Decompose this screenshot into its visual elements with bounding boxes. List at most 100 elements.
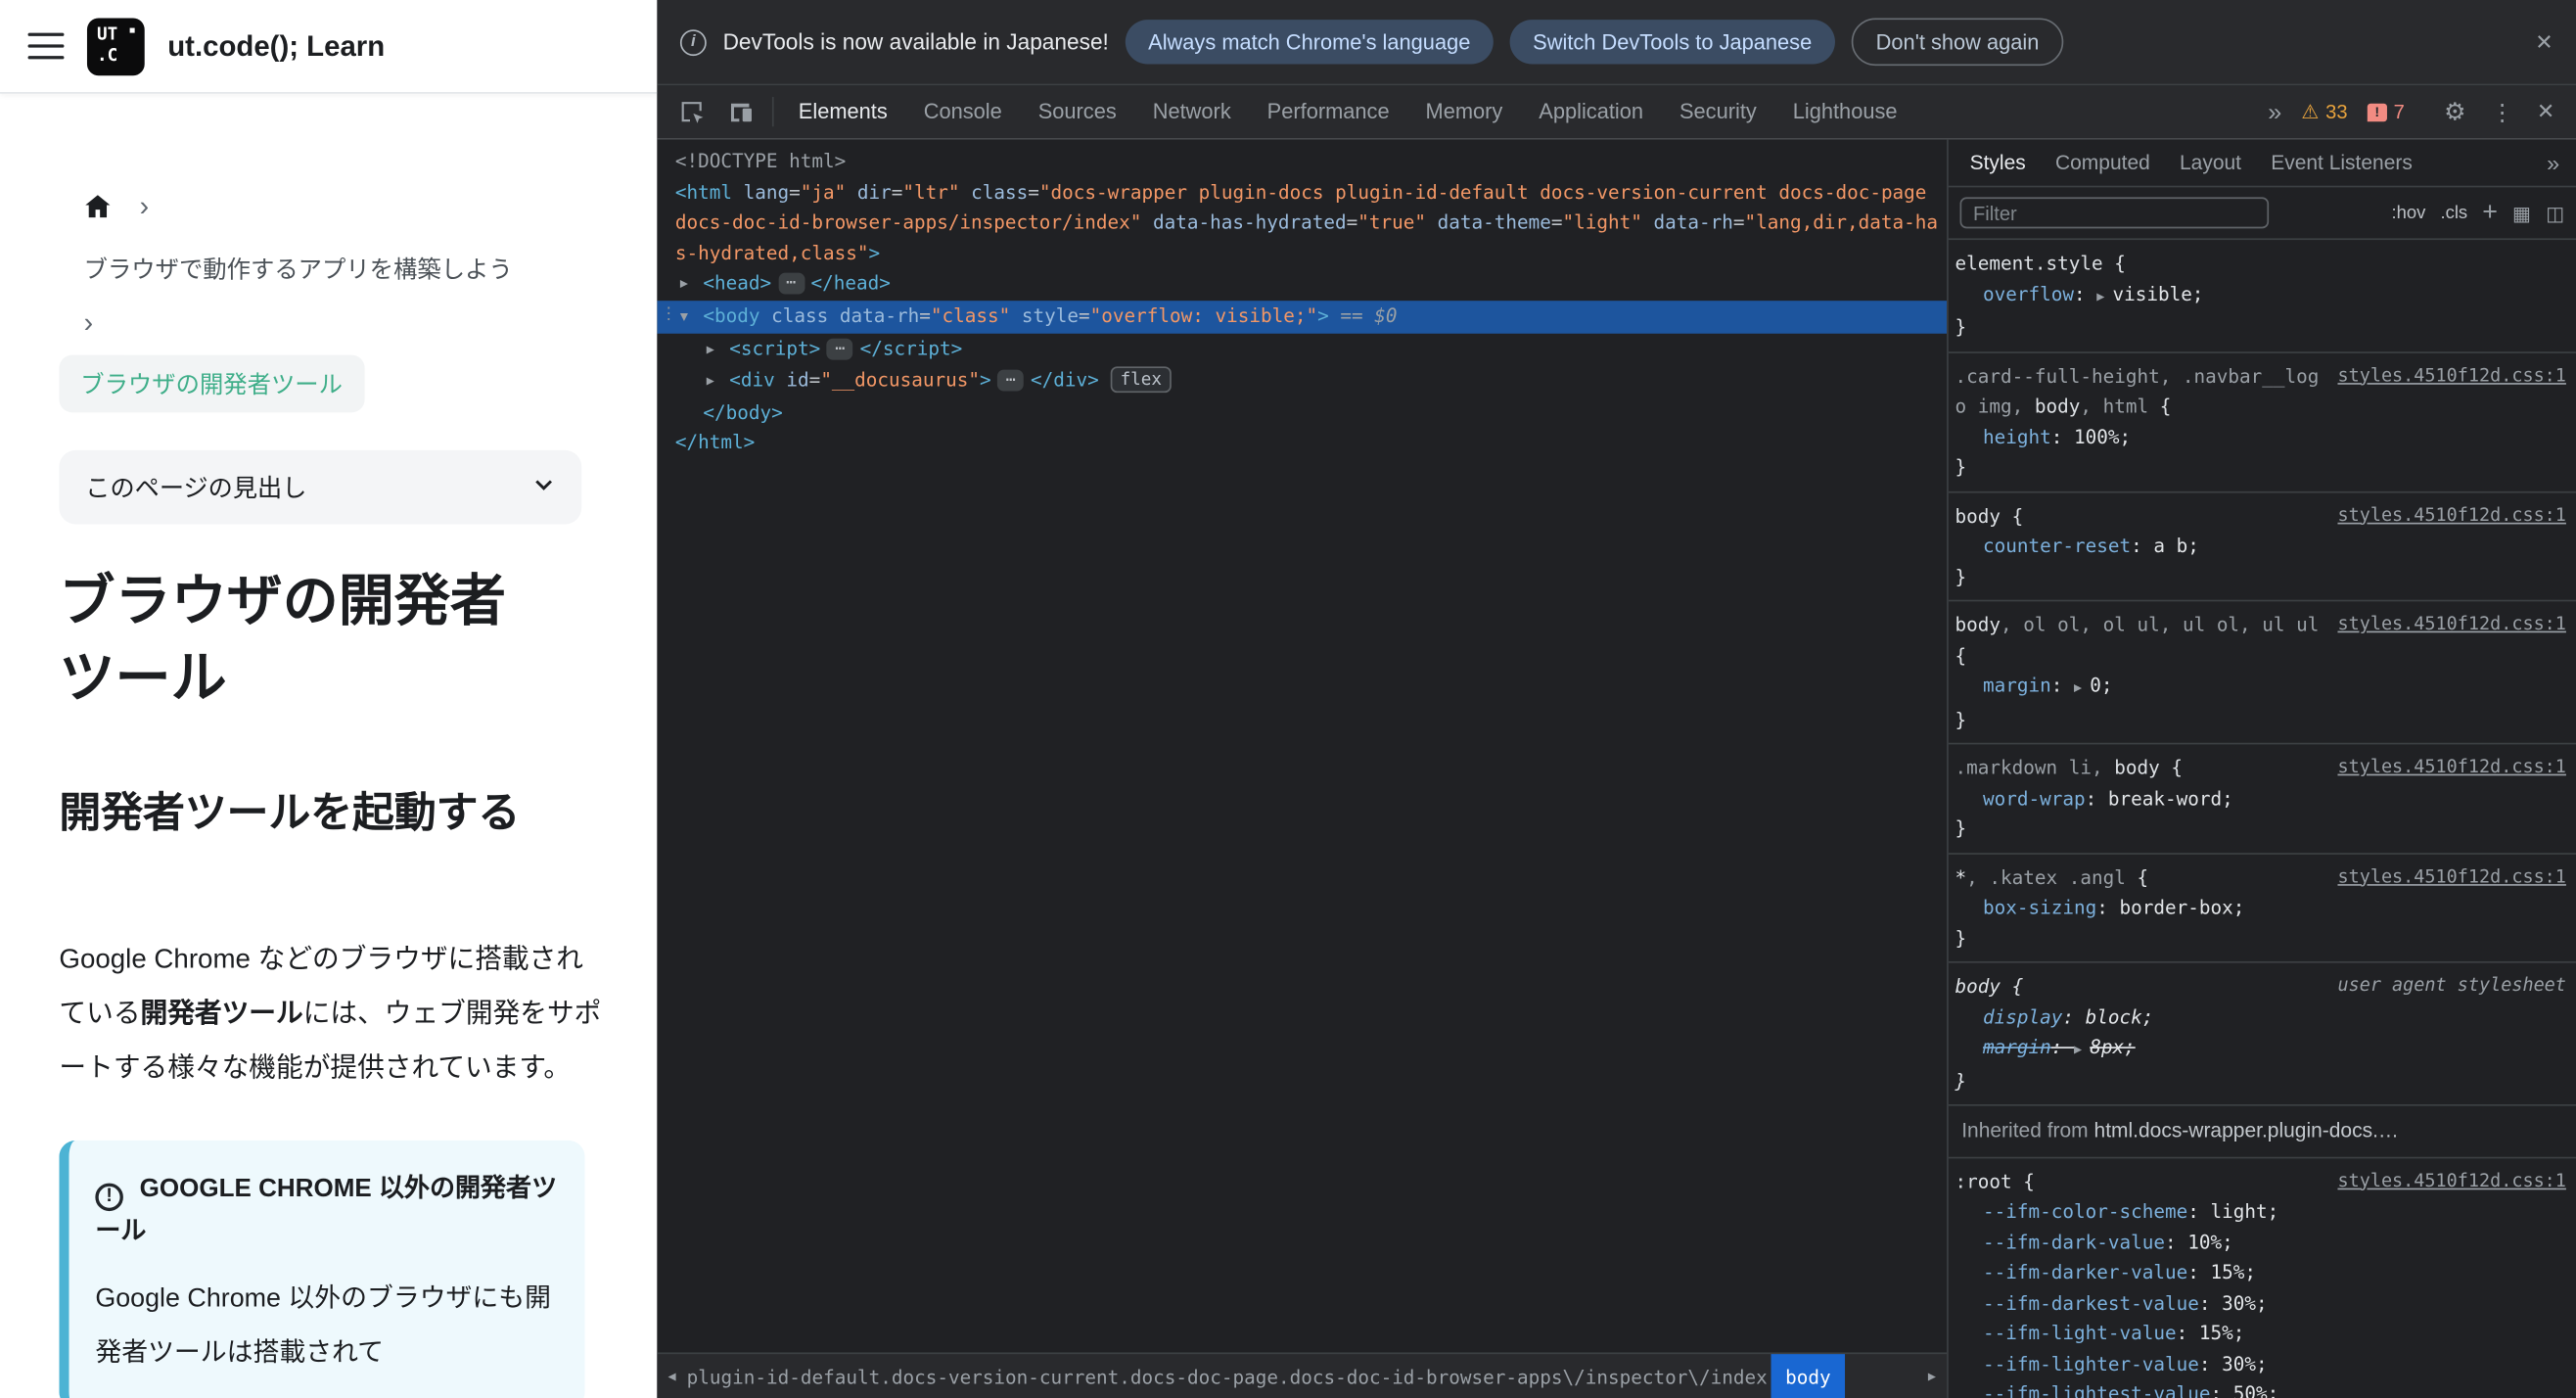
tab-lighthouse[interactable]: Lighthouse [1774,85,1915,138]
admonition-info: ! GOOGLE CHROME 以外の開発者ツール Google Chrome 以… [59,1140,585,1398]
toggle-element-state-button[interactable]: :hov [2391,203,2425,222]
dom-node-body-close[interactable]: </body> [657,397,1947,428]
css-rule-word-wrap[interactable]: styles.4510f12d.css:1 .markdown li, body… [1948,744,2576,855]
always-match-language-button[interactable]: Always match Chrome's language [1125,20,1494,65]
css-declaration[interactable]: box-sizing: border-box; [1955,892,2565,922]
tab-computed[interactable]: Computed [2041,151,2165,173]
admonition-body: Google Chrome 以外のブラウザにも開発者ツールは搭載されて [95,1284,552,1368]
css-declaration[interactable]: margin: ▶ 0; [1955,671,2565,704]
element-classes-button[interactable]: .cls [2440,203,2467,222]
toc-collapsible[interactable]: このページの見出し [59,449,582,525]
chevron-right-icon: › [139,190,150,222]
crumb-scroll-left-icon[interactable]: ◀ [657,1369,686,1383]
stylesheet-link[interactable]: styles.4510f12d.css:1 [2337,610,2565,640]
stylesheet-link[interactable]: styles.4510f12d.css:1 [2337,360,2565,391]
toc-label: このページの見出し [85,475,307,503]
css-closing-brace: } [1955,454,1967,479]
tab-performance[interactable]: Performance [1249,85,1407,138]
dom-node-script[interactable]: ▶ <script> ⋯ </script> [657,333,1947,365]
css-declaration[interactable]: --ifm-light-value: 15%; [1955,1318,2565,1348]
switch-devtools-japanese-button[interactable]: Switch DevTools to Japanese [1509,20,1835,65]
css-rule-margin[interactable]: styles.4510f12d.css:1 body, ol ol, ol ul… [1948,601,2576,745]
dom-node-docusaurus-div[interactable]: ▶ <div id="__docusaurus"> ⋯ </div> flex [657,365,1947,397]
settings-gear-icon[interactable]: ⚙ [2431,97,2479,127]
dom-node-html[interactable]: <html lang="ja" dir="ltr" class="docs-wr… [657,177,1947,269]
chevron-down-icon [532,473,556,502]
kebab-menu-icon[interactable]: ⋮ [2479,98,2525,126]
site-title: ut.code(); Learn [167,28,386,62]
toolbar-divider [771,97,774,127]
css-declaration[interactable]: --ifm-dark-value: 10%; [1955,1227,2565,1257]
devtools-close-icon[interactable]: ✕ [2525,99,2566,125]
tab-application[interactable]: Application [1521,85,1662,138]
styles-sidebar: Styles Computed Layout Event Listeners »… [1947,139,2576,1398]
screen: UT .C ut.code(); Learn › ブラウザで動作するアプリを構築… [0,0,2576,1398]
tab-event-listeners[interactable]: Event Listeners [2256,151,2427,173]
css-declaration[interactable]: --ifm-darkest-value: 30%; [1955,1287,2565,1318]
grid-icon[interactable]: ▦ [2512,202,2531,224]
breadcrumb-current: ブラウザの開発者ツール [59,354,364,413]
tab-security[interactable]: Security [1662,85,1775,138]
more-sidebar-tabs-icon[interactable]: » [2537,150,2569,176]
styles-rules: element.style { overflow: ▶ visible; } s… [1948,240,2576,1398]
css-declaration[interactable]: counter-reset: a b; [1955,531,2565,561]
css-declaration[interactable]: --ifm-lighter-value: 30%; [1955,1348,2565,1378]
css-declaration[interactable]: --ifm-darker-value: 15%; [1955,1257,2565,1287]
more-tabs-icon[interactable]: » [2258,98,2291,126]
breadcrumb-link[interactable]: ブラウザで動作するアプリを構築しよう [84,252,598,286]
dom-node-body-selected[interactable]: ⋮ ▼ <body class data-rh="class" style="ove… [657,301,1948,334]
tab-memory[interactable]: Memory [1407,85,1521,138]
breadcrumb: › ブラウザで動作するアプリを構築しよう › ブラウザの開発者ツール [59,190,598,413]
css-rule-height[interactable]: styles.4510f12d.css:1 .card--full-height… [1948,352,2576,492]
stylesheet-link[interactable]: styles.4510f12d.css:1 [2337,1166,2565,1196]
styles-filter-input[interactable] [1959,197,2270,229]
css-declaration[interactable]: word-wrap: break-word; [1955,783,2565,814]
tab-elements[interactable]: Elements [780,85,905,138]
css-rule-root-variables[interactable]: styles.4510f12d.css:1 :root { --ifm-colo… [1949,1158,2576,1398]
hamburger-menu-icon[interactable] [27,32,65,60]
css-declaration-overridden[interactable]: margin: ▶ 8px; [1955,1032,2565,1065]
tab-network[interactable]: Network [1134,85,1249,138]
dom-breadcrumb-bar: ◀ plugin-id-default.docs-version-current… [657,1352,1948,1398]
css-declaration[interactable]: height: 100%; [1955,422,2565,452]
css-rule-user-agent[interactable]: user agent stylesheet body { display: bl… [1948,963,2576,1106]
elements-panel: <!DOCTYPE html> <html lang="ja" dir="ltr… [657,140,1948,1398]
split-panel-icon[interactable]: ◫ [2546,202,2564,224]
css-declaration[interactable]: --ifm-lightest-value: 50%; [1955,1378,2565,1398]
stylesheet-link[interactable]: styles.4510f12d.css:1 [2337,500,2565,531]
dom-node-doctype[interactable]: <!DOCTYPE html> [657,146,1947,176]
logo-line2: .C [97,45,118,67]
devtools-infobar: i DevTools is now available in Japanese!… [657,0,2576,86]
css-declaration[interactable]: display: block; [1955,1002,2565,1032]
inspect-element-icon[interactable] [667,99,715,125]
home-icon[interactable] [84,194,113,218]
css-closing-brace: } [1955,925,1967,950]
stylesheet-link[interactable]: styles.4510f12d.css:1 [2337,862,2565,892]
stylesheet-link[interactable]: styles.4510f12d.css:1 [2337,753,2565,783]
inherited-element-link[interactable]: html.docs-wrapper.plugin-docs.… [2094,1119,2399,1142]
css-rule-box-sizing[interactable]: styles.4510f12d.css:1 *, .katex .angl { … [1948,854,2576,963]
article-content: › ブラウザで動作するアプリを構築しよう › ブラウザの開発者ツール このページ… [0,192,657,1398]
crumb-scroll-right-icon[interactable]: ▶ [1917,1369,1947,1383]
css-declaration[interactable]: --ifm-color-scheme: light; [1955,1196,2565,1227]
tab-styles[interactable]: Styles [1955,151,2040,173]
inherited-from-label: Inherited from [1961,1119,2089,1142]
device-toolbar-icon[interactable] [716,99,765,125]
new-style-rule-button[interactable]: + [2482,199,2498,226]
infobar-close-icon[interactable]: ✕ [2535,28,2553,55]
css-declaration[interactable]: overflow: ▶ visible; [1955,279,2565,312]
tab-console[interactable]: Console [905,85,1020,138]
site-logo[interactable]: UT .C [86,17,145,75]
warnings-indicator[interactable]: ⚠ 33 [2291,100,2357,122]
dom-node-head[interactable]: ▶ <head> ⋯ </head> [657,268,1947,301]
css-closing-brace: } [1955,707,1967,731]
dont-show-again-button[interactable]: Don't show again [1851,18,2064,67]
tab-layout[interactable]: Layout [2165,151,2256,173]
css-rule-counter-reset[interactable]: styles.4510f12d.css:1 body { counter-res… [1948,492,2576,602]
dom-node-html-close[interactable]: </html> [657,428,1947,458]
breadcrumb-body-selected[interactable]: body [1771,1354,1846,1398]
issues-indicator[interactable]: ! 7 [2358,100,2415,123]
css-rule-element-style[interactable]: element.style { overflow: ▶ visible; } [1948,240,2576,353]
tab-sources[interactable]: Sources [1020,85,1134,138]
breadcrumb-html-classes[interactable]: plugin-id-default.docs-version-current.d… [687,1365,1768,1388]
